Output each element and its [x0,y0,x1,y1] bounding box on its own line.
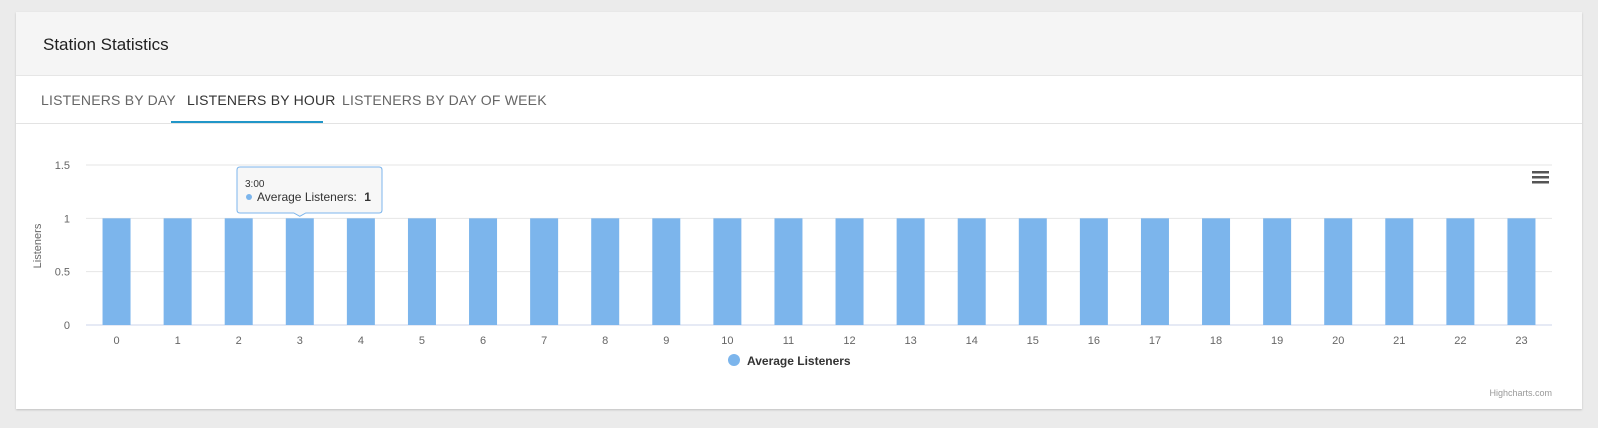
hamburger-menu-icon[interactable] [1528,167,1552,187]
x-tick-label: 1 [175,335,181,347]
x-tick-label: 5 [419,335,425,347]
tooltip-title: 3:00 [245,179,265,190]
x-tick-label: 6 [480,335,486,347]
x-tick-label: 16 [1088,335,1100,347]
tooltip-series-label: Average Listeners: [257,190,357,204]
x-tick-label: 13 [905,335,917,347]
svg-text:Average Listeners: 1: Average Listeners: 1 [257,190,371,204]
bar-hour-3[interactable] [285,218,314,325]
bar-hour-9[interactable] [652,218,681,325]
tab-listeners-by-day[interactable]: LISTENERS BY DAY [41,92,176,108]
y-tick-label: 1 [64,213,70,225]
x-tick-label: 17 [1149,335,1161,347]
x-tick-label: 10 [721,335,733,347]
y-axis-title: Listeners [32,223,44,268]
x-axis-ticks: 0 1 2 3 4 5 6 7 8 9 10 11 12 13 14 15 16 17 18 19 20 21 22 23 [113,335,1527,347]
x-tick-label: 7 [541,335,547,347]
x-tick-label: 0 [113,335,119,347]
x-tick-label: 22 [1454,335,1466,347]
bar-hour-0[interactable] [102,218,131,325]
bar-hour-23[interactable] [1507,218,1536,325]
tooltip-series-dot [246,194,252,200]
y-tick-label: 0.5 [55,267,70,279]
tab-listeners-by-day-of-week[interactable]: LISTENERS BY DAY OF WEEK [342,92,547,108]
bar-hour-2[interactable] [224,218,253,325]
legend[interactable]: Average Listeners [728,354,851,368]
y-tick-label: 1.5 [55,160,70,172]
active-tab-indicator [171,121,323,123]
y-tick-label: 0 [64,320,70,332]
x-tick-label: 18 [1210,335,1222,347]
legend-label: Average Listeners [747,354,851,368]
x-tick-label: 15 [1027,335,1039,347]
x-tick-label: 8 [602,335,608,347]
bar-hour-10[interactable] [713,218,742,325]
bar-hour-19[interactable] [1263,218,1292,325]
bar-hour-1[interactable] [163,218,192,325]
bar-hour-7[interactable] [530,218,559,325]
bar-hour-18[interactable] [1202,218,1231,325]
listeners-by-hour-chart: 00.511.5 Listeners 0 1 2 3 4 5 6 7 8 9 10 11 12 13 14 1… [32,160,1552,398]
card-title: Station Statistics [43,35,169,54]
x-tick-label: 12 [843,335,855,347]
bar-hour-16[interactable] [1079,218,1108,325]
credits-link[interactable]: Highcharts.com [1489,388,1552,398]
x-tick-label: 21 [1393,335,1405,347]
bar-hour-6[interactable] [469,218,498,325]
tab-bar: LISTENERS BY DAY LISTENERS BY HOUR LISTE… [16,76,1582,124]
bar-hour-14[interactable] [957,218,986,325]
x-tick-label: 23 [1515,335,1527,347]
x-tick-label: 20 [1332,335,1344,347]
x-tick-label: 11 [783,335,794,347]
bar-hour-15[interactable] [1018,218,1047,325]
legend-marker [728,354,740,366]
x-tick-label: 19 [1271,335,1283,347]
x-tick-label: 14 [966,335,978,347]
x-tick-label: 4 [358,335,364,347]
x-tick-label: 3 [297,335,303,347]
card-header: Station Statistics [16,12,1582,76]
bar-hour-8[interactable] [591,218,620,325]
bar-hour-4[interactable] [346,218,375,325]
bar-hour-13[interactable] [896,218,925,325]
bar-hour-17[interactable] [1140,218,1169,325]
station-statistics-card: Station Statistics LISTENERS BY DAY LIST… [16,12,1582,409]
x-tick-label: 2 [236,335,242,347]
y-axis-ticks: 0 0.5 1 1.5 [55,160,70,332]
tooltip-value: 1 [364,190,371,204]
tooltip: 3:00 Average Listeners: 1 [236,166,383,217]
bar-hour-21[interactable] [1385,218,1414,325]
bar-hour-22[interactable] [1446,218,1475,325]
tab-listeners-by-hour[interactable]: LISTENERS BY HOUR [187,92,336,108]
bar-hour-5[interactable] [407,218,436,325]
chart-container: 0 0.5 1 1.5 Listeners 0 1 2 3 4 5 6 7 8 9 10 11 12 13 14 1… [16,124,1582,409]
bar-hour-20[interactable] [1324,218,1353,325]
x-tick-label: 9 [663,335,669,347]
bar-hour-12[interactable] [835,218,864,325]
bar-hour-11[interactable] [774,218,803,325]
